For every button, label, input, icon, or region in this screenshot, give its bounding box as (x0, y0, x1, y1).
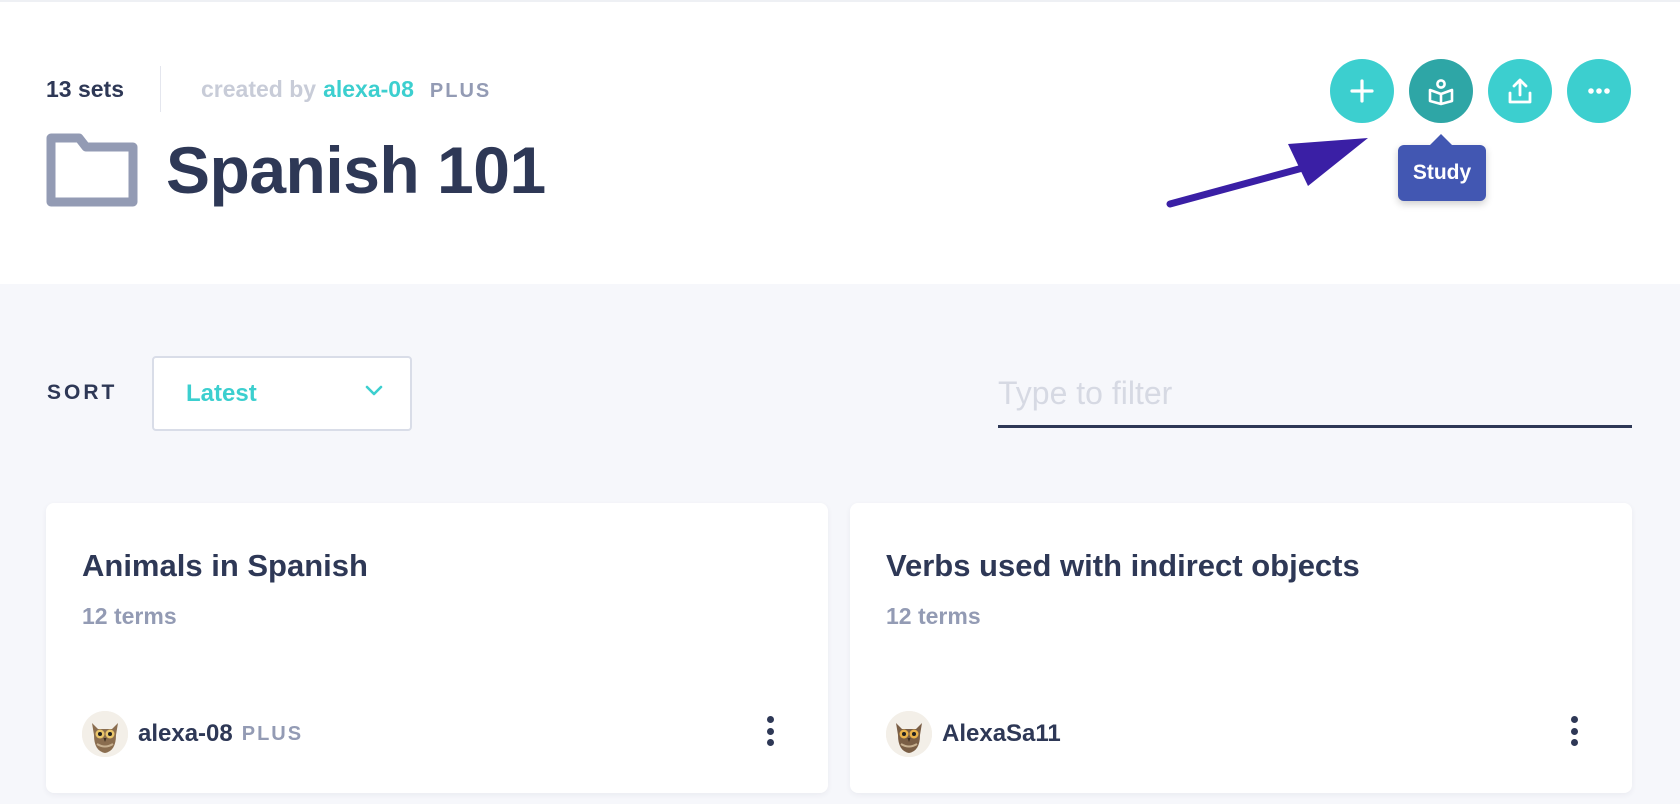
set-author: AlexaSa11 (886, 711, 1061, 757)
set-card[interactable]: Verbs used with indirect objects 12 term… (850, 503, 1632, 793)
annotation-arrow-icon (1166, 138, 1368, 208)
sort-value: Latest (186, 379, 257, 407)
plus-icon (1350, 79, 1374, 103)
set-terms-count: 12 terms (886, 603, 981, 629)
chevron-down-icon (364, 384, 384, 403)
study-book-icon (1428, 79, 1454, 106)
owl-avatar-icon (82, 711, 128, 757)
creator-link[interactable]: alexa-08 (323, 76, 414, 103)
sort-dropdown[interactable]: Latest (152, 356, 412, 431)
study-tooltip: Study (1398, 134, 1486, 201)
plus-badge: PLUS (241, 722, 304, 745)
page-title: Spanish 101 (166, 133, 546, 207)
study-button[interactable] (1409, 59, 1473, 123)
folder-actions (1330, 59, 1646, 123)
author-name[interactable]: AlexaSa11 (942, 720, 1061, 748)
sort-label: SORT (47, 381, 118, 404)
set-card[interactable]: Animals in Spanish 12 terms alexa-08 PLU… (46, 503, 828, 793)
more-horizontal-icon (1588, 88, 1610, 94)
author-name[interactable]: alexa-08 (138, 720, 233, 748)
set-title[interactable]: Verbs used with indirect objects (886, 548, 1360, 584)
sets-count: 13 sets (46, 66, 162, 112)
filter-input[interactable] (998, 362, 1632, 428)
avatar[interactable] (82, 711, 128, 757)
add-button[interactable] (1330, 59, 1394, 123)
plus-badge: PLUS (429, 79, 492, 102)
more-button[interactable] (1567, 59, 1631, 123)
folder-title-row: Spanish 101 (46, 132, 546, 208)
folder-meta: 13 sets created by alexa-08 PLUS (46, 66, 491, 112)
more-vertical-icon[interactable] (1562, 711, 1586, 751)
avatar[interactable] (886, 711, 932, 757)
created-by: created by alexa-08 PLUS (161, 76, 491, 103)
folder-header: 13 sets created by alexa-08 PLUS Spanish… (0, 0, 1680, 284)
created-by-label: created by (201, 75, 317, 102)
owl-avatar-icon (886, 711, 932, 757)
upload-icon (1508, 78, 1532, 104)
set-terms-count: 12 terms (82, 603, 177, 629)
set-author: alexa-08 PLUS (82, 711, 303, 757)
set-title[interactable]: Animals in Spanish (82, 548, 368, 584)
folder-icon (46, 133, 138, 207)
more-vertical-icon[interactable] (758, 711, 782, 751)
share-button[interactable] (1488, 59, 1552, 123)
